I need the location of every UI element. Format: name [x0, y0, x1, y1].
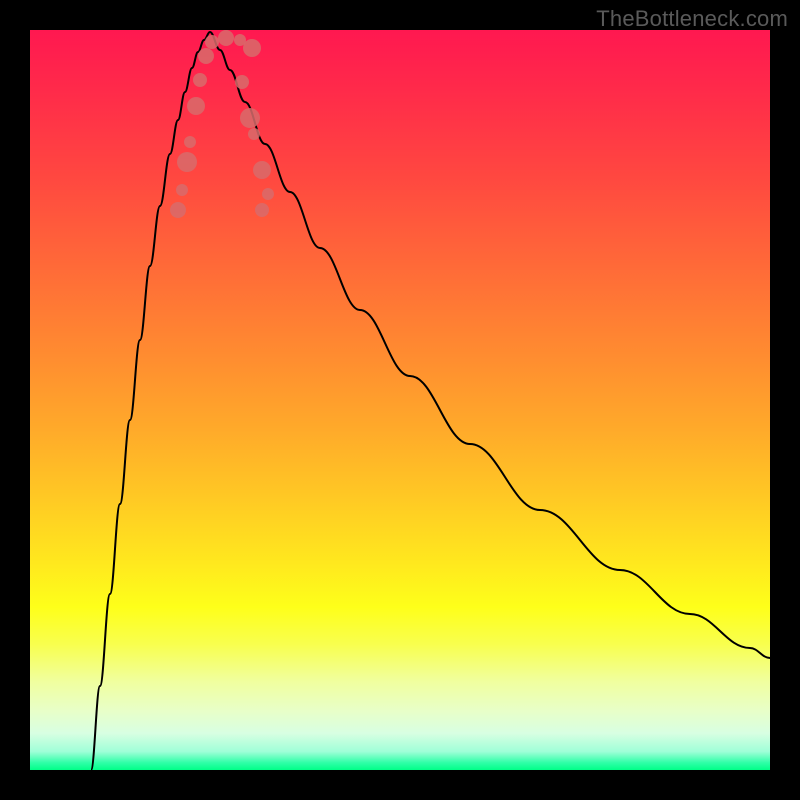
data-marker	[170, 202, 186, 218]
marker-group	[170, 30, 274, 218]
chart-container: TheBottleneck.com	[0, 0, 800, 800]
data-marker	[255, 203, 269, 217]
data-marker	[198, 48, 214, 64]
data-marker	[235, 75, 249, 89]
data-marker	[205, 35, 219, 49]
data-marker	[240, 108, 260, 128]
data-marker	[253, 161, 271, 179]
data-marker	[243, 39, 261, 57]
data-marker	[262, 188, 274, 200]
data-marker	[248, 128, 260, 140]
data-marker	[187, 97, 205, 115]
data-marker	[184, 136, 196, 148]
data-marker	[176, 184, 188, 196]
data-marker	[193, 73, 207, 87]
chart-svg	[30, 30, 770, 770]
right-curve	[210, 32, 770, 658]
plot-area	[30, 30, 770, 770]
data-marker	[218, 30, 234, 46]
data-marker	[177, 152, 197, 172]
watermark-text: TheBottleneck.com	[596, 6, 788, 32]
